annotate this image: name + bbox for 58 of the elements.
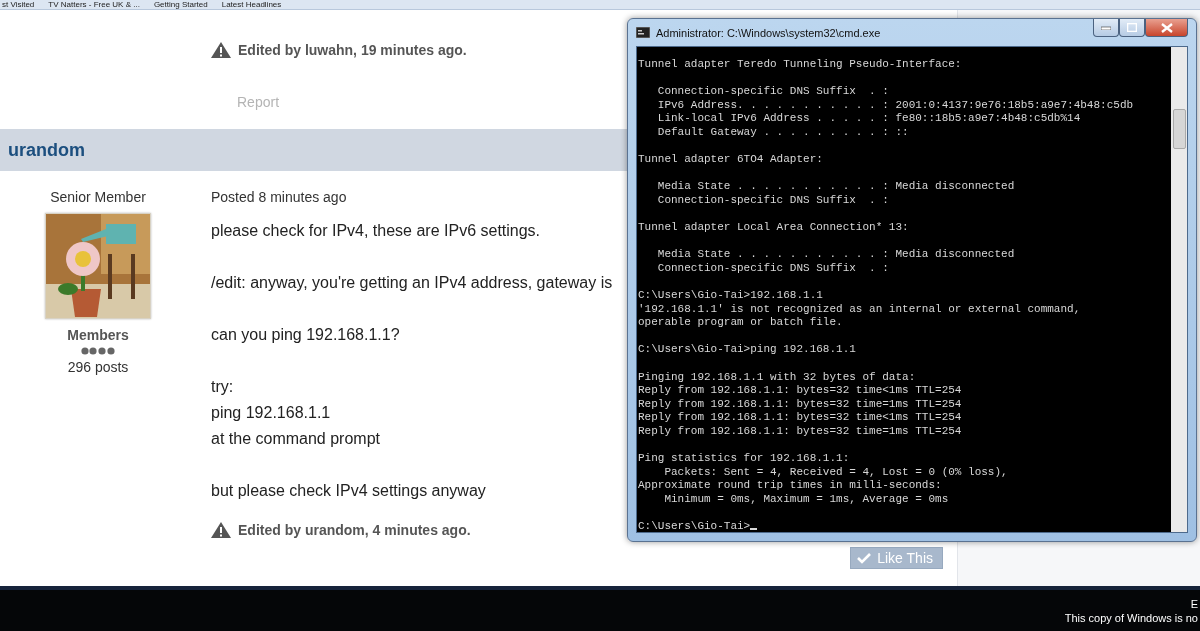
bookmark-link[interactable]: st Visited — [2, 0, 35, 9]
minimize-button[interactable] — [1093, 19, 1119, 37]
console-line: IPv6 Address. . . . . . . . . . . : 2001:0:4137:9e76:18b5:a9e7:4b48:c5db — [656, 98, 1135, 113]
console-line: Reply from 192.168.1.1: bytes=32 time<1ms TTL=254 — [638, 384, 963, 398]
member-group: Members — [67, 327, 129, 343]
warning-icon — [211, 42, 231, 58]
console-line: Tunnel adapter 6TO4 Adapter: — [638, 153, 824, 167]
console-line: Link-local IPv6 Address . . . . . : fe80::18b5:a9e7:4b48:c5db%14 — [656, 112, 1082, 126]
edit-note: Edited by luwahn, 19 minutes ago. — [238, 42, 467, 58]
bookmark-link[interactable]: TV Natters - Free UK & ... — [48, 0, 140, 9]
windows-notice: E — [1190, 596, 1198, 611]
console-prompt[interactable]: C:\Users\Gio-Tai> — [638, 520, 1171, 532]
post-date: Posted 8 minutes ago — [211, 189, 348, 206]
scrollbar[interactable] — [1171, 47, 1187, 532]
console-line: Packets: Sent = 4, Received = 4, Lost = 0 (0% loss), — [663, 465, 1009, 480]
console-line: C:\Users\Gio-Tai>ping 192.168.1.1 — [638, 343, 857, 358]
maximize-button[interactable] — [1119, 19, 1145, 37]
post-text: ping 192.168.1.1 — [211, 403, 332, 423]
console-line: operable program or batch file. — [638, 316, 844, 330]
window-title: Administrator: C:\Windows\system32\cmd.exe — [656, 26, 882, 39]
post-text: please check for IPv4, these are IPv6 settings. — [211, 221, 542, 241]
console-line: Reply from 192.168.1.1: bytes=32 time<1ms TTL=254 — [638, 411, 963, 426]
post-text: /edit: anyway, you're getting an IPv4 address, gateway is — [211, 273, 613, 293]
minimize-icon — [1101, 25, 1111, 30]
console-line: Connection-specific DNS Suffix . : — [656, 85, 890, 99]
post-count: 296 posts — [67, 359, 129, 376]
console-line: Default Gateway . . . . . . . . . : :: — [656, 125, 910, 140]
post-text: try: — [211, 377, 235, 397]
console-line: Connection-specific DNS Suffix . : — [656, 261, 890, 276]
maximize-icon — [1127, 23, 1137, 32]
windows-notice: This copy of Windows is no — [1064, 610, 1198, 625]
console-line: '192.168.1.1' is not recognized as an internal or external command, — [638, 302, 1082, 317]
author-name[interactable]: urandom — [8, 139, 85, 161]
member-title: Senior Member — [50, 189, 146, 206]
console-line: Ping statistics for 192.168.1.1: — [638, 452, 851, 466]
bookmark-link[interactable]: Getting Started — [153, 0, 208, 9]
check-icon — [857, 552, 872, 564]
post-text: but please check IPv4 settings anyway — [211, 481, 487, 501]
rank-icon — [81, 347, 115, 355]
console-line: Tunnel adapter Teredo Tunneling Pseudo-Interface: — [638, 58, 963, 72]
console-line: Approximate round trip times in milli-seconds: — [638, 479, 943, 493]
post-text: can you ping 192.168.1.1? — [211, 325, 401, 345]
console-line: Tunnel adapter Local Area Connection* 13: — [638, 221, 910, 235]
console-line: Minimum = 0ms, Maximum = 1ms, Average = 0ms — [663, 493, 950, 507]
console-icon — [636, 27, 650, 38]
edit-note: Edited by urandom, 4 minutes ago. — [238, 522, 471, 538]
console-line: Media State . . . . . . . . . . . : Media disconnected — [656, 248, 1016, 262]
console-line: Reply from 192.168.1.1: bytes=32 time=1ms TTL=254 — [638, 397, 963, 412]
console-line: Pinging 192.168.1.1 with 32 bytes of data: — [638, 370, 917, 385]
console-line: Connection-specific DNS Suffix . : — [656, 193, 890, 208]
post-text: at the command prompt — [211, 429, 381, 449]
close-button[interactable] — [1145, 19, 1188, 37]
console-line: Reply from 192.168.1.1: bytes=32 time=1ms TTL=254 — [638, 425, 963, 439]
bookmark-link[interactable]: Latest Headlines — [221, 0, 282, 9]
console-line: C:\Users\Gio-Tai>192.168.1.1 — [638, 289, 824, 303]
warning-icon — [211, 522, 231, 538]
console-line: Media State . . . . . . . . . . . : Media disconnected — [656, 180, 1016, 194]
close-icon — [1160, 22, 1173, 33]
